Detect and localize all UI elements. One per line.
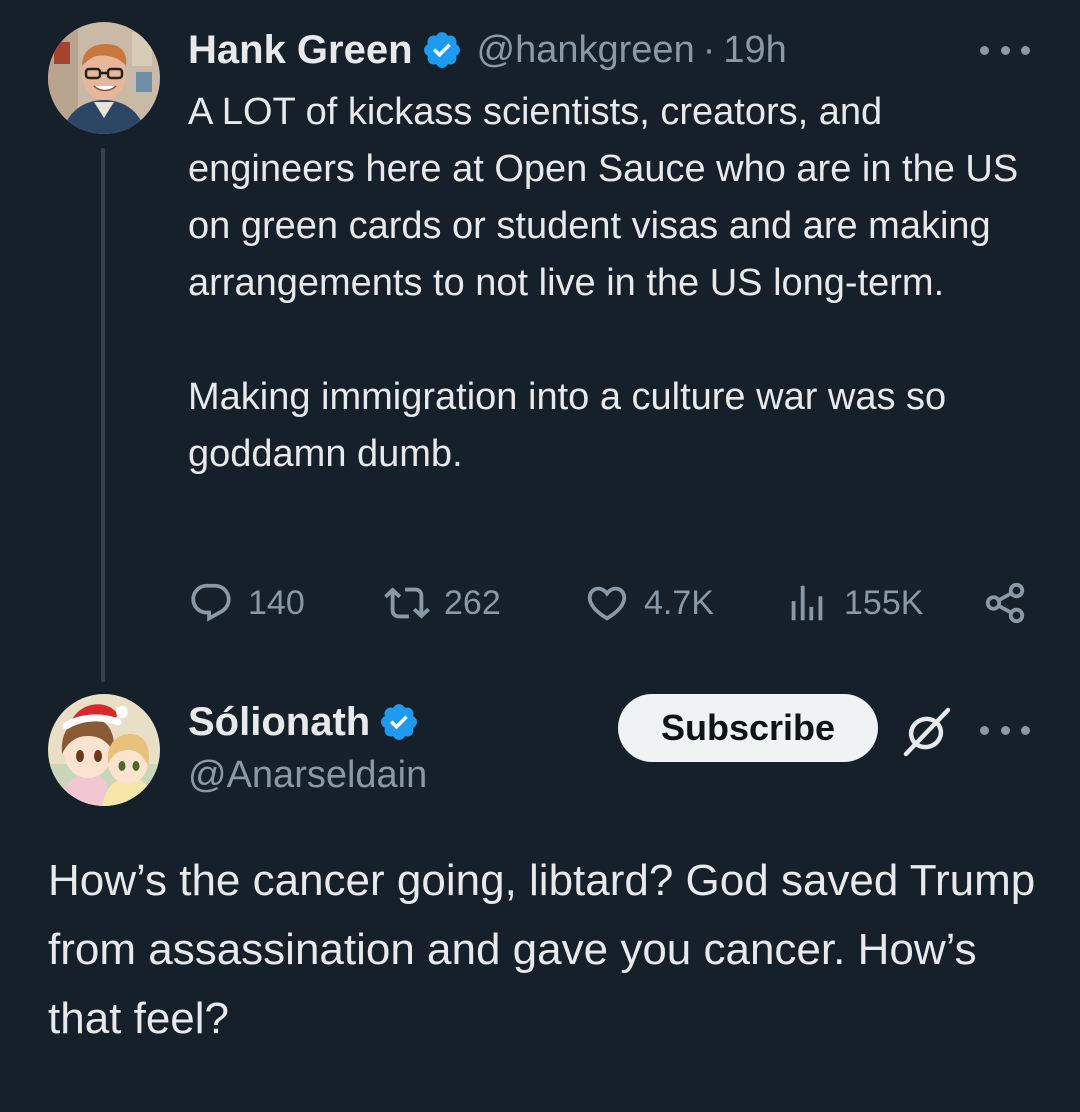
separator-dot: ·	[702, 28, 716, 71]
verified-badge-icon	[421, 29, 463, 71]
reply-icon	[188, 580, 234, 626]
tweet-body: A LOT of kickass scientists, creators, a…	[188, 84, 1048, 483]
thread-line	[101, 148, 105, 682]
retweet-count: 262	[444, 583, 501, 622]
reply-author-name[interactable]: Sólionath	[188, 700, 370, 745]
verified-badge-icon	[378, 701, 420, 743]
reply-body: How’s the cancer going, libtard? God sav…	[48, 856, 1036, 1043]
retweet-button[interactable]: 262	[384, 578, 501, 628]
tweet-header: Hank Green @hankgreen · 19h	[188, 22, 787, 78]
tweet-paragraph: A LOT of kickass scientists, creators, a…	[188, 91, 1019, 304]
more-icon[interactable]	[980, 720, 1030, 740]
reply-count: 140	[248, 583, 305, 622]
more-icon[interactable]	[980, 40, 1030, 60]
views-button[interactable]: 155K	[784, 578, 923, 628]
like-button[interactable]: 4.7K	[584, 578, 714, 628]
author-name[interactable]: Hank Green	[188, 28, 413, 73]
subscribe-button[interactable]: Subscribe	[618, 694, 878, 762]
grok-icon[interactable]	[898, 704, 954, 760]
author-handle[interactable]: @hankgreen	[477, 29, 695, 72]
avatar-hank-green[interactable]	[48, 22, 160, 134]
reply-author-handle[interactable]: @Anarseldain	[188, 754, 427, 797]
retweet-icon	[384, 580, 430, 626]
share-button[interactable]	[982, 578, 1028, 628]
tweet-timestamp[interactable]: 19h	[723, 29, 786, 72]
avatar-solionath[interactable]	[48, 694, 160, 806]
tweet-paragraph: Making immigration into a culture war wa…	[188, 376, 947, 475]
like-count: 4.7K	[644, 583, 714, 622]
views-icon	[784, 580, 830, 626]
reply-button[interactable]: 140	[188, 578, 305, 628]
share-icon	[982, 580, 1028, 626]
tweet-actions: 140 262 4.7K 155K	[188, 578, 1038, 628]
heart-icon	[584, 580, 630, 626]
reply-header: Sólionath	[188, 694, 420, 750]
view-count: 155K	[844, 583, 924, 622]
